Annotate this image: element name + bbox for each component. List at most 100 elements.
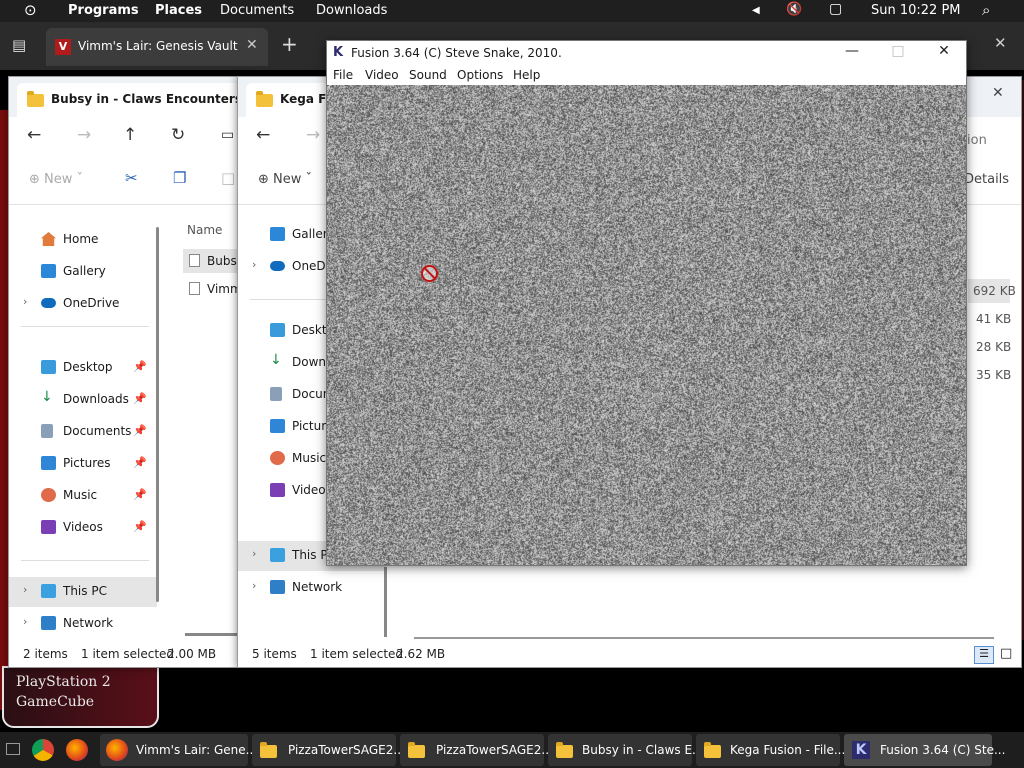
folder-icon (704, 745, 721, 758)
computer-icon (270, 548, 285, 562)
pin-icon[interactable]: 📌 (133, 488, 147, 501)
sidebar-item-pictures[interactable]: Pictures 📌 (9, 451, 157, 477)
menu-options[interactable]: Options (457, 68, 503, 82)
downloads-menu[interactable]: Downloads (316, 3, 387, 18)
chevron-right-icon[interactable]: › (23, 615, 27, 628)
kega-fusion-icon: K (852, 741, 870, 759)
chrome-icon[interactable] (32, 739, 54, 761)
horizontal-scrollbar[interactable] (185, 633, 245, 636)
chevron-right-icon[interactable]: › (23, 295, 27, 308)
console-link-ps2[interactable]: PlayStation 2 (16, 672, 145, 692)
copy-icon[interactable]: ❐ (173, 169, 186, 187)
tiles-view-icon[interactable]: □ (1000, 646, 1012, 661)
status-item-count: 2 items (23, 647, 68, 661)
refresh-icon[interactable]: ↻ (171, 125, 185, 145)
sidebar-item-network[interactable]: › Network (9, 611, 157, 637)
taskbar-item-vimms-lair[interactable]: Vimm's Lair: Gene... (100, 734, 248, 766)
sidebar-item-home[interactable]: Home (9, 227, 157, 253)
horizontal-scrollbar[interactable] (414, 637, 994, 639)
places-menu[interactable]: Places (155, 3, 202, 18)
close-window-icon[interactable]: ✕ (994, 34, 1007, 52)
taskbar: Vimm's Lair: Gene... PizzaTowerSAGE2... … (0, 732, 1024, 768)
pin-icon[interactable]: 📌 (133, 360, 147, 373)
chevron-right-icon[interactable]: › (252, 547, 256, 560)
chevron-right-icon[interactable]: › (252, 579, 256, 592)
monitor-icon[interactable]: ▭ (221, 127, 234, 143)
tray-arrow-icon[interactable]: ◀ (752, 5, 760, 16)
taskbar-item-bubsy[interactable]: Bubsy in - Claws E... (548, 734, 692, 766)
documents-menu[interactable]: Documents (220, 3, 294, 18)
fusion-window: K Fusion 3.64 (C) Steve Snake, 2010. — □… (326, 40, 967, 566)
menu-help[interactable]: Help (513, 68, 540, 82)
explorer-sidebar: Home Gallery › OneDrive Desktop 📌 ↓ Down… (9, 207, 164, 645)
explorer-command-bar: ⊕ New ˇ ✂ ❐ □ (9, 157, 247, 205)
sidebar-item-documents[interactable]: Documents 📌 (9, 419, 157, 445)
new-button[interactable]: ⊕ New ˇ (29, 172, 83, 187)
fusion-titlebar[interactable]: K Fusion 3.64 (C) Steve Snake, 2010. — □… (327, 41, 966, 65)
browser-tab-vimms-lair[interactable]: V Vimm's Lair: Genesis Vault ✕ (46, 28, 268, 66)
menu-video[interactable]: Video (365, 68, 399, 82)
explorer-nav-bar: ← → ↑ ↻ ▭ (9, 117, 247, 157)
close-icon[interactable]: ✕ (992, 85, 1004, 101)
show-desktop-icon[interactable] (6, 743, 20, 755)
pin-icon[interactable]: 📌 (133, 456, 147, 469)
sidebar-item-desktop[interactable]: Desktop 📌 (9, 355, 157, 381)
sidebar-item-music[interactable]: Music 📌 (9, 483, 157, 509)
cut-icon[interactable]: ✂ (125, 169, 138, 187)
column-header-name[interactable]: Name (187, 223, 222, 237)
emulator-screen[interactable] (327, 85, 966, 565)
new-button[interactable]: ⊕ New ˇ (258, 172, 312, 187)
details-view-icon[interactable]: ☰ (974, 646, 994, 664)
programs-menu[interactable]: Programs (68, 3, 139, 18)
back-arrow-icon[interactable]: ← (27, 125, 41, 145)
pin-icon[interactable]: 📌 (133, 392, 147, 405)
notification-icon[interactable]: ▢ (829, 1, 842, 17)
pin-icon[interactable]: 📌 (133, 424, 147, 437)
top-panel: ⊙ Programs Places Documents Downloads ◀ … (0, 0, 1024, 22)
clock[interactable]: Sun 10:22 PM (871, 3, 961, 18)
kega-fusion-icon: K (333, 45, 347, 60)
close-icon[interactable]: ✕ (921, 43, 967, 63)
taskbar-item-pizza-tower-2[interactable]: PizzaTowerSAGE2... (400, 734, 544, 766)
taskbar-item-kega-fusion-folder[interactable]: Kega Fusion - File... (696, 734, 840, 766)
chevron-right-icon[interactable]: › (23, 583, 27, 596)
up-arrow-icon[interactable]: ↑ (123, 125, 137, 145)
sidebar-item-downloads[interactable]: ↓ Downloads 📌 (9, 387, 157, 413)
status-size: 2.00 MB (167, 647, 216, 661)
search-icon[interactable]: ⌕ (982, 1, 990, 19)
system-menu-icon[interactable]: ⊙ (24, 1, 37, 19)
new-tab-icon[interactable]: + (281, 32, 298, 56)
tab-overview-icon[interactable]: ▤ (12, 36, 26, 54)
sidebar-scrollbar[interactable] (156, 227, 159, 602)
chevron-right-icon[interactable]: › (252, 258, 256, 271)
details-button[interactable]: Details (964, 172, 1009, 187)
sidebar-item-gallery[interactable]: Gallery (9, 259, 157, 285)
cloud-icon (41, 298, 56, 308)
back-arrow-icon[interactable]: ← (256, 125, 270, 145)
pictures-icon (270, 419, 285, 433)
close-tab-icon[interactable]: ✕ (246, 37, 258, 53)
minimize-icon[interactable]: — (829, 43, 875, 63)
sidebar-scrollbar[interactable] (384, 567, 387, 637)
taskbar-item-fusion[interactable]: K Fusion 3.64 (C) Ste... (844, 734, 992, 766)
sidebar-item-videos[interactable]: Videos 📌 (9, 515, 157, 541)
taskbar-item-pizza-tower-1[interactable]: PizzaTowerSAGE2... (252, 734, 396, 766)
menu-file[interactable]: File (333, 68, 353, 82)
document-icon (270, 387, 282, 401)
sidebar-item-this-pc[interactable]: › This PC (9, 577, 157, 607)
forward-arrow-icon[interactable]: → (306, 125, 320, 145)
sidebar-item-network[interactable]: › Network (238, 575, 386, 601)
folder-icon (27, 94, 44, 107)
pin-icon[interactable]: 📌 (133, 520, 147, 533)
sidebar-item-onedrive[interactable]: › OneDrive (9, 291, 157, 317)
console-link-gamecube[interactable]: GameCube (16, 692, 145, 712)
document-icon (41, 424, 53, 438)
maximize-icon[interactable]: □ (875, 43, 921, 63)
forward-arrow-icon[interactable]: → (77, 125, 91, 145)
explorer-tab-bubsy[interactable]: Bubsy in - Claws Encounters o (17, 83, 248, 117)
firefox-icon[interactable] (66, 739, 88, 761)
paste-icon[interactable]: □ (221, 169, 235, 187)
volume-muted-icon[interactable]: 🔇 (786, 2, 802, 17)
search-box-fragment[interactable]: ion (967, 133, 987, 148)
menu-sound[interactable]: Sound (409, 68, 447, 82)
